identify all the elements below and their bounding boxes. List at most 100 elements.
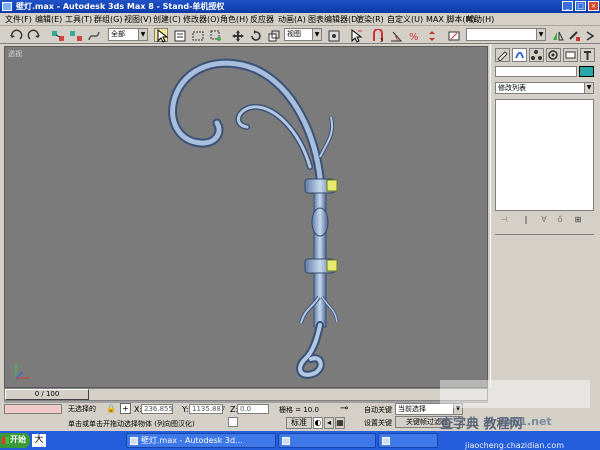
ime-indicator[interactable]: 大: [32, 434, 46, 447]
pivot-center-icon[interactable]: [326, 28, 340, 42]
key-icon[interactable]: ⊸: [340, 404, 362, 416]
menu-tools[interactable]: 工具(T): [65, 14, 92, 25]
menu-reactor[interactable]: 反应器: [250, 14, 274, 25]
selection-status: 无选择的: [68, 405, 96, 413]
object-color-swatch[interactable]: [579, 66, 594, 77]
modifier-stack-list[interactable]: [495, 99, 594, 211]
menu-animation[interactable]: 动画(A): [278, 14, 306, 25]
prev-frame-icon[interactable]: ◂: [324, 417, 334, 429]
frame-counter: 0 / 100: [34, 390, 60, 398]
scale-icon[interactable]: [266, 28, 280, 42]
maxscript-listener-box[interactable]: [4, 404, 62, 414]
show-end-result-icon[interactable]: ‖: [521, 215, 531, 226]
axis-tripod-icon: [15, 364, 29, 379]
set-key-button[interactable]: 设置关键: [364, 418, 392, 428]
x-coordinate-field[interactable]: 236.855: [141, 404, 173, 414]
select-object-icon[interactable]: [154, 28, 169, 43]
svg-text:%: %: [409, 32, 419, 43]
add-time-tag-icon[interactable]: [228, 417, 238, 427]
object-name-field[interactable]: [495, 66, 577, 77]
task-3dsmax[interactable]: 壁灯.max - Autodesk 3d...: [126, 433, 276, 448]
close-button[interactable]: ×: [588, 1, 599, 11]
select-manipulate-icon[interactable]: [348, 28, 363, 43]
playback-button[interactable]: 标准: [286, 417, 312, 429]
frame-grid-icon[interactable]: ▦: [335, 417, 345, 429]
edit-named-selection-icon[interactable]: [446, 28, 460, 42]
create-tab-icon[interactable]: [495, 48, 510, 62]
task-window-2[interactable]: [278, 433, 376, 448]
task-label: 壁灯.max - Autodesk 3d...: [141, 436, 243, 445]
select-by-name-icon[interactable]: [172, 28, 186, 42]
absolute-mode-icon[interactable]: +: [120, 403, 131, 414]
unlink-icon[interactable]: [68, 28, 82, 42]
select-link-icon[interactable]: [50, 28, 64, 42]
z-coordinate-field[interactable]: 0.0: [237, 404, 269, 414]
menu-group[interactable]: 群组(G): [94, 14, 122, 25]
toolbar-more-icon[interactable]: [582, 28, 596, 42]
reference-coordinate-dropdown[interactable]: 视图 ▼: [284, 28, 322, 41]
chevron-down-icon: ▼: [138, 29, 147, 40]
angle-snap-icon[interactable]: [388, 28, 403, 42]
menu-modifiers[interactable]: 修改器(O): [183, 14, 220, 25]
modifier-list-dropdown[interactable]: 修改列表 ▼: [495, 82, 594, 94]
align-icon[interactable]: [566, 28, 580, 42]
redo-icon[interactable]: [26, 28, 40, 42]
auto-key-button[interactable]: 自动关键: [364, 405, 392, 415]
wall-lamp-model[interactable]: [5, 47, 488, 388]
start-label: 开始: [10, 435, 26, 444]
menu-character[interactable]: 角色(H): [220, 14, 248, 25]
remove-modifier-icon[interactable]: ő: [555, 215, 565, 226]
chevron-down-icon: ▼: [584, 83, 593, 93]
grid-size: 栅格 = 10.0: [279, 406, 319, 414]
display-tab-icon[interactable]: [563, 48, 578, 62]
rectangle-selection-icon[interactable]: [190, 28, 204, 42]
perspective-viewport[interactable]: 透视: [4, 46, 488, 388]
start-button[interactable]: 开始: [0, 433, 30, 448]
svg-text:3: 3: [380, 38, 383, 43]
title-bar: 壁灯.max - Autodesk 3ds Max 8 - Stand-单机授权…: [0, 0, 600, 13]
window-crossing-icon[interactable]: [208, 28, 222, 42]
menu-help[interactable]: 帮助(H): [466, 14, 494, 25]
command-panel: 修改列表 ▼ ⊣ ‖ ∀ ő ⊞: [490, 44, 600, 388]
selection-filter-value: 全部: [111, 30, 125, 38]
menu-create[interactable]: 创建(C): [153, 14, 181, 25]
spinner-snap-icon[interactable]: [424, 28, 438, 42]
minimize-button[interactable]: _: [562, 1, 573, 11]
rotate-icon[interactable]: [248, 28, 262, 42]
mirror-icon[interactable]: [550, 28, 564, 42]
motion-tab-icon[interactable]: [546, 48, 561, 62]
maximize-button[interactable]: □: [575, 1, 586, 11]
undo-icon[interactable]: [8, 28, 23, 42]
menu-customize[interactable]: 自定义(U): [387, 14, 423, 25]
move-icon[interactable]: [230, 28, 244, 42]
percent-snap-icon[interactable]: %: [406, 28, 420, 43]
snaps-toggle-icon[interactable]: 3: [370, 28, 384, 43]
watermark-shape: [440, 380, 590, 408]
bind-space-warp-icon[interactable]: [86, 28, 100, 42]
menu-edit[interactable]: 编辑(E): [35, 14, 62, 25]
menu-views[interactable]: 视图(V): [124, 14, 152, 25]
hierarchy-tab-icon[interactable]: [529, 48, 544, 62]
selection-set-value: 当前选择: [398, 405, 426, 413]
menu-bar: 文件(F) 编辑(E) 工具(T) 群组(G) 视图(V) 创建(C) 修改器(…: [0, 13, 600, 26]
configure-sets-icon[interactable]: ⊞: [573, 215, 583, 226]
lock-selection-icon[interactable]: 🔒: [106, 404, 116, 414]
menu-rendering[interactable]: 渲染(R): [356, 14, 384, 25]
stack-buttons: ⊣ ‖ ∀ ő ⊞: [497, 215, 593, 227]
selection-filter-dropdown[interactable]: 全部 ▼: [108, 28, 148, 41]
max-app-icon: [130, 437, 138, 445]
time-slider-thumb[interactable]: 0 / 100: [5, 389, 89, 400]
menu-graph-editors[interactable]: 图表编辑器(D): [308, 14, 360, 25]
pin-stack-icon[interactable]: ⊣: [499, 215, 509, 226]
time-slider[interactable]: 0 / 100: [4, 388, 488, 401]
task-window-3[interactable]: [378, 433, 438, 448]
make-unique-icon[interactable]: ∀: [539, 215, 549, 226]
prompt-line: 单击或单击开拖动选择物体 (列向图汉化): [68, 420, 195, 428]
time-config-icon[interactable]: ◐: [313, 417, 323, 429]
y-coordinate-field[interactable]: 1135.887: [189, 404, 225, 414]
named-selection-dropdown[interactable]: ▼: [466, 28, 546, 41]
app-icon: [2, 2, 12, 11]
menu-file[interactable]: 文件(F): [5, 14, 32, 25]
modify-tab-icon[interactable]: [512, 48, 527, 62]
utilities-tab-icon[interactable]: [580, 48, 595, 62]
